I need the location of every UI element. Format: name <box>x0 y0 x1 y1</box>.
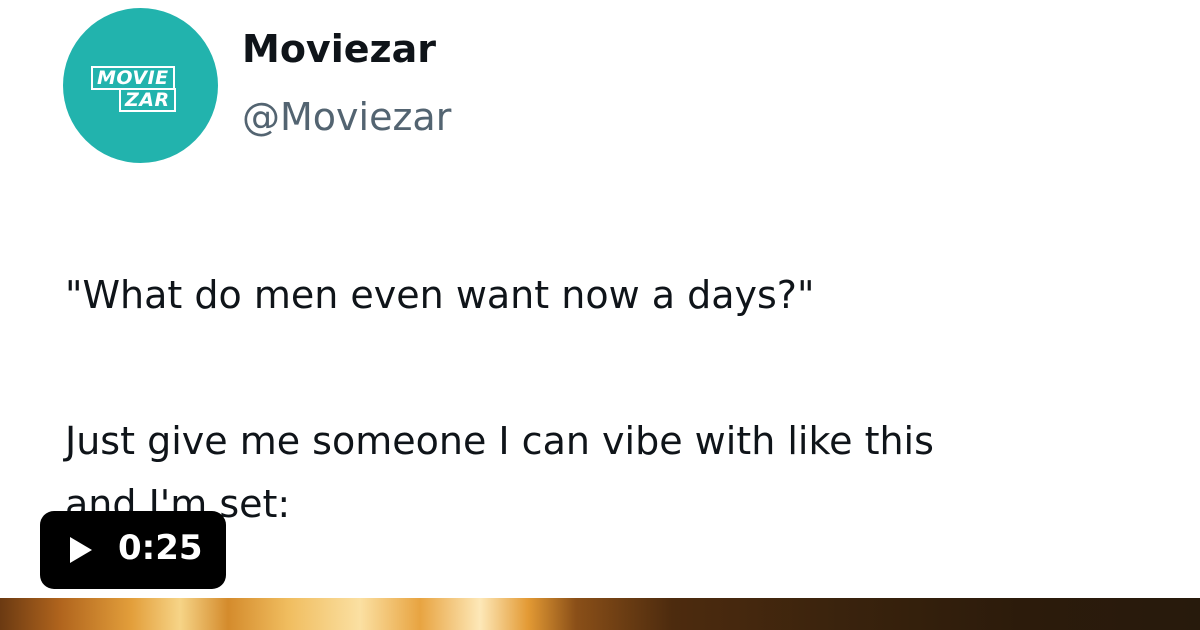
tweet-text-line-2: Just give me someone I can vibe with lik… <box>65 419 934 463</box>
play-icon <box>70 537 92 563</box>
logo-zar-text: ZAR <box>119 88 176 112</box>
tweet-text-line-1: "What do men even want now a days?" <box>65 273 815 317</box>
account-handle[interactable]: @Moviezar <box>242 98 451 136</box>
play-button[interactable]: 0:25 <box>40 511 226 589</box>
video-duration: 0:25 <box>118 528 203 568</box>
video-thumbnail[interactable] <box>0 598 1200 630</box>
account-name[interactable]: Moviezar <box>242 30 436 68</box>
avatar[interactable]: MOVIE ZAR <box>63 8 218 163</box>
logo-movie-text: MOVIE <box>91 66 175 90</box>
